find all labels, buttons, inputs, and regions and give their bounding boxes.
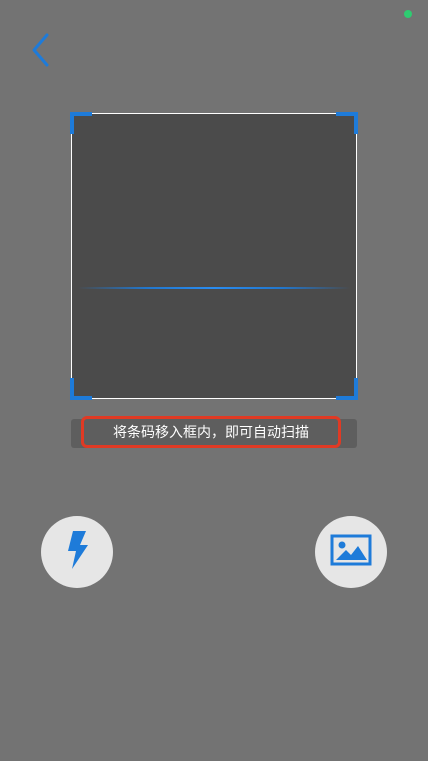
hint-highlight-box: 将条码移入框内，即可自动扫描 bbox=[81, 416, 341, 448]
scan-line bbox=[78, 287, 350, 289]
scan-hint-text: 将条码移入框内，即可自动扫描 bbox=[113, 425, 309, 441]
scan-frame-corner-bottom-right bbox=[336, 378, 358, 400]
flashlight-button[interactable] bbox=[41, 516, 113, 588]
lightning-icon bbox=[64, 529, 90, 575]
scan-frame-corner-top-left bbox=[70, 112, 92, 134]
status-indicator-dot bbox=[404, 10, 412, 18]
scan-frame-corner-top-right bbox=[336, 112, 358, 134]
image-gallery-icon bbox=[330, 534, 372, 570]
album-button[interactable] bbox=[315, 516, 387, 588]
back-button[interactable] bbox=[22, 30, 58, 74]
chevron-left-icon bbox=[29, 32, 51, 72]
scan-frame bbox=[70, 112, 358, 400]
scan-frame-corner-bottom-left bbox=[70, 378, 92, 400]
